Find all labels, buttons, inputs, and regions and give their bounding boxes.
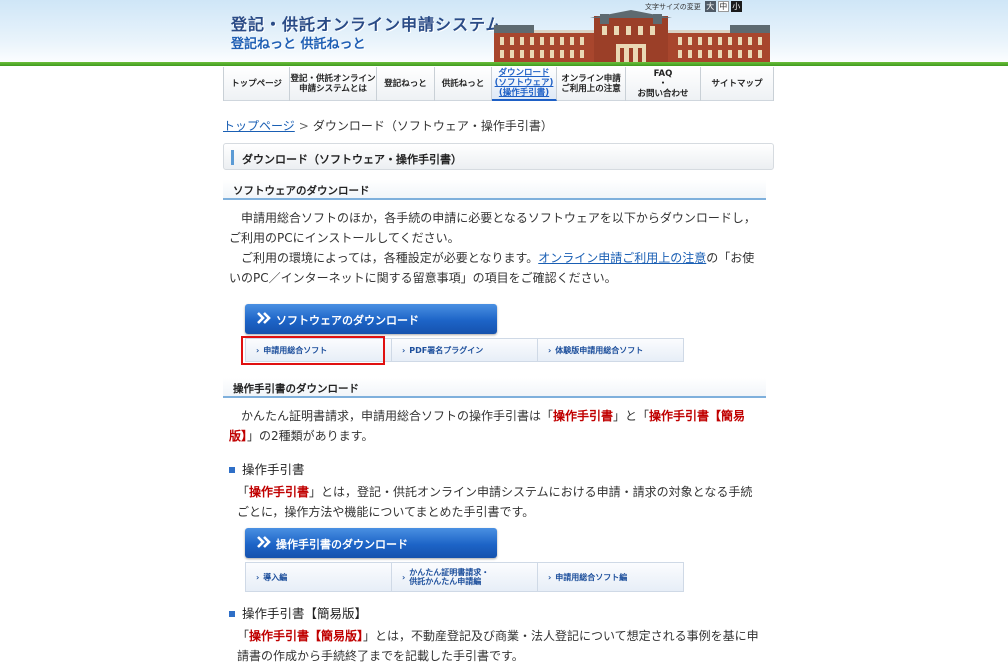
- manual-sub1-emphasis: 操作手引書: [249, 485, 310, 499]
- double-chevron-icon: [257, 536, 271, 548]
- manual-link-bar: › 導入編 › かんたん証明書請求・ 供託かんたん申請編 › 申請用総合ソフト編: [245, 562, 684, 592]
- page-title-box: ダウンロード（ソフトウェア・操作手引書）: [223, 143, 774, 170]
- software-link-3[interactable]: › 体験版申請用総合ソフト: [538, 339, 683, 361]
- manual-sub1-paragraph: 「操作手引書」とは，登記・供託オンライン申請システムにおける申請・請求の対象とな…: [237, 482, 764, 522]
- breadcrumb-home-link[interactable]: トップページ: [223, 119, 295, 133]
- double-chevron-icon: [257, 312, 271, 324]
- software-link-3-label: 体験版申請用総合ソフト: [555, 345, 644, 355]
- font-size-switcher: 文字サイズの変更 大 中 小: [645, 1, 742, 12]
- software-banner-label: ソフトウェアのダウンロード: [276, 314, 419, 327]
- nav-touki-net[interactable]: 登記ねっと: [377, 67, 435, 101]
- manual-sub2-emphasis: 操作手引書【簡易版】: [249, 629, 364, 643]
- manual-section-heading: 操作手引書のダウンロード: [223, 378, 766, 398]
- breadcrumb-separator: >: [298, 119, 309, 133]
- font-size-small-button[interactable]: 小: [730, 1, 742, 12]
- bullet-square-icon: [229, 610, 235, 617]
- software-link-bar: › 申請用総合ソフト › PDF署名プラグイン › 体験版申請用総合ソフト: [245, 338, 684, 362]
- manual-intro-text: かんたん証明書請求，申請用総合ソフトの操作手引書は「: [241, 409, 554, 423]
- site-subtitle[interactable]: 登記ねっと 供託ねっと: [231, 33, 366, 52]
- font-size-label: 文字サイズの変更: [645, 2, 701, 11]
- manual-link-general-soft[interactable]: › 申請用総合ソフト編: [538, 563, 683, 591]
- manual-link-intro[interactable]: › 導入編: [246, 563, 392, 591]
- usage-notes-link[interactable]: オンライン申請ご利用上の注意: [538, 251, 706, 265]
- manual-link-2-label: かんたん証明書請求・ 供託かんたん申請編: [409, 568, 490, 586]
- nav-top-page[interactable]: トップページ: [223, 67, 290, 101]
- bullet-square-icon: [229, 466, 235, 473]
- manual-intro-conjunction: 」と「: [613, 409, 650, 423]
- software-heading-text: ソフトウェアのダウンロード: [233, 185, 370, 197]
- manual-sub1-heading: 操作手引書: [229, 459, 305, 478]
- manual-sub1-open: 「: [237, 485, 250, 499]
- nav-usage-notes[interactable]: オンライン申請 ご利用上の注意: [557, 67, 626, 101]
- font-size-large-button[interactable]: 大: [704, 1, 716, 12]
- software-para2-text: ご利用の環境によっては，各種設定が必要となります。: [241, 251, 539, 265]
- software-paragraph-2: ご利用の環境によっては，各種設定が必要となります。オンライン申請ご利用上の注意の…: [229, 248, 764, 288]
- chevron-right-icon: ›: [548, 572, 552, 582]
- nav-faq-contact[interactable]: FAQ ・ お問い合わせ: [626, 67, 701, 101]
- manual-sub1-text: 」とは，登記・供託オンライン申請システムにおける申請・請求の対象となる手続ごとに…: [237, 485, 753, 519]
- breadcrumb: トップページ > ダウンロード（ソフトウェア・操作手引書）: [223, 117, 553, 134]
- nav-about-system[interactable]: 登記・供託オンライン 申請システムとは: [290, 67, 377, 101]
- software-download-banner[interactable]: ソフトウェアのダウンロード: [245, 304, 497, 334]
- manual-link-3-label: 申請用総合ソフト編: [555, 572, 628, 582]
- font-size-medium-button[interactable]: 中: [717, 1, 729, 12]
- site-header: 登記・供託オンライン申請システム 登記ねっと 供託ねっと 文字サイズの変更 大 …: [0, 0, 1008, 66]
- breadcrumb-current: ダウンロード（ソフトウェア・操作手引書）: [312, 119, 553, 133]
- software-link-1-label: 申請用総合ソフト: [263, 345, 328, 355]
- manual-intro-emphasis-1: 操作手引書: [553, 409, 614, 423]
- manual-sub1-title: 操作手引書: [242, 462, 305, 477]
- manual-sub2-paragraph: 「操作手引書【簡易版】」とは，不動産登記及び商業・法人登記について想定される事例…: [237, 626, 764, 666]
- software-link-2[interactable]: › PDF署名プラグイン: [392, 339, 538, 361]
- chevron-right-icon: ›: [256, 345, 260, 355]
- nav-download[interactable]: ダウンロード (ソフトウェア) (操作手引書): [492, 67, 557, 101]
- chevron-right-icon: ›: [548, 345, 552, 355]
- software-link-2-label: PDF署名プラグイン: [409, 345, 484, 355]
- manual-sub2-heading: 操作手引書【簡易版】: [229, 603, 367, 622]
- manual-intro-paragraph: かんたん証明書請求，申請用総合ソフトの操作手引書は「操作手引書」と「操作手引書【…: [229, 406, 764, 446]
- page-title: ダウンロード（ソフトウェア・操作手引書）: [242, 153, 462, 166]
- header-green-rule: [0, 62, 1008, 66]
- site-title[interactable]: 登記・供託オンライン申請システム: [231, 11, 503, 35]
- nav-kyotaku-net[interactable]: 供託ねっと: [435, 67, 492, 101]
- software-section-heading: ソフトウェアのダウンロード: [223, 180, 766, 200]
- manual-link-1-label: 導入編: [263, 572, 288, 582]
- manual-sub2-title: 操作手引書【簡易版】: [242, 606, 368, 621]
- manual-heading-text: 操作手引書のダウンロード: [233, 383, 359, 395]
- nav-sitemap[interactable]: サイトマップ: [701, 67, 774, 101]
- manual-banner-label: 操作手引書のダウンロード: [276, 538, 408, 551]
- page-title-accent: [231, 150, 234, 165]
- chevron-right-icon: ›: [402, 345, 406, 355]
- chevron-right-icon: ›: [402, 572, 406, 582]
- manual-download-banner[interactable]: 操作手引書のダウンロード: [245, 528, 497, 558]
- manual-intro-tail: 」の2種類があります。: [247, 429, 374, 443]
- chevron-right-icon: ›: [256, 572, 260, 582]
- software-link-1[interactable]: › 申請用総合ソフト: [246, 339, 392, 361]
- manual-link-simple-request[interactable]: › かんたん証明書請求・ 供託かんたん申請編: [392, 563, 538, 591]
- building-illustration: [494, 10, 770, 64]
- global-nav: トップページ 登記・供託オンライン 申請システムとは 登記ねっと 供託ねっと ダ…: [223, 67, 774, 101]
- software-paragraph-1: 申請用総合ソフトのほか，各手続の申請に必要となるソフトウェアを以下からダウンロー…: [229, 211, 756, 245]
- manual-sub2-open: 「: [237, 629, 250, 643]
